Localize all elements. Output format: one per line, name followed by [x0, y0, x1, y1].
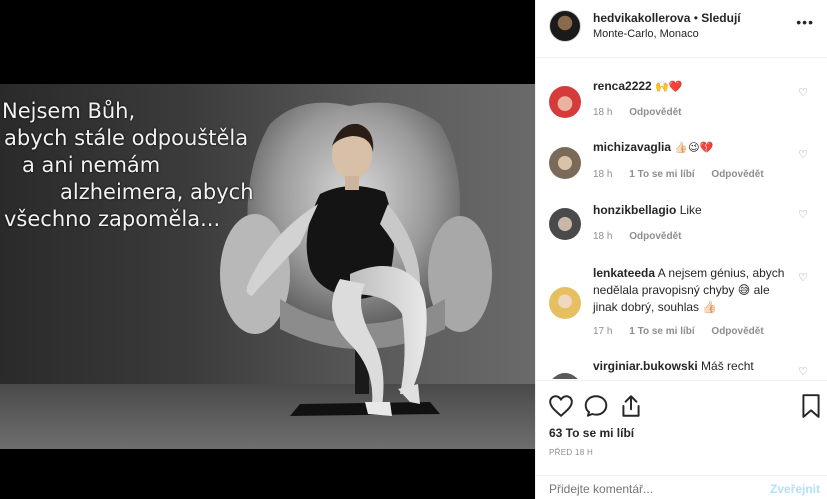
reply-button[interactable]: Odpovědět: [711, 326, 763, 337]
overlay-line: alzheimera, abych: [60, 180, 254, 204]
comment-body: michizavaglia 👍🏻😉💔: [593, 139, 793, 157]
following-button[interactable]: Sledují: [701, 11, 740, 25]
comment-likes[interactable]: 1 To se mi líbí: [629, 169, 694, 180]
commenter-avatar[interactable]: [549, 208, 581, 240]
like-comment-heart-icon[interactable]: ♡: [798, 86, 808, 99]
comment-meta: 18 h Odpovědět: [593, 107, 695, 118]
author-avatar[interactable]: [549, 10, 581, 42]
commenter-avatar[interactable]: [549, 373, 581, 379]
commenter-username[interactable]: michizavaglia: [593, 140, 671, 154]
comment-text: 🙌❤️: [655, 81, 683, 93]
likes-count[interactable]: 63 To se mi líbí: [549, 426, 634, 440]
commenter-avatar[interactable]: [549, 147, 581, 179]
share-icon[interactable]: [618, 393, 644, 419]
comment-body: honzikbellagio Like: [593, 202, 793, 219]
reply-button[interactable]: Odpovědět: [711, 169, 763, 180]
comment-time[interactable]: 18 h: [593, 169, 612, 180]
comment-meta: 17 h 1 To se mi líbí Odpovědět: [593, 326, 778, 337]
comment-input[interactable]: [549, 482, 749, 496]
post-location[interactable]: Monte-Carlo, Monaco: [593, 28, 699, 40]
comment-time[interactable]: 17 h: [593, 326, 612, 337]
commenter-username[interactable]: honzikbellagio: [593, 203, 676, 217]
overlay-line: abych stále odpouštěla: [4, 126, 249, 150]
post-header: hedvikakollerova • Sledují Monte-Carlo, …: [536, 0, 827, 58]
post-actions: 63 To se mi líbí PŘED 18 H Zveřejnit: [536, 380, 827, 499]
post-date[interactable]: PŘED 18 H: [549, 448, 593, 457]
comment-text: 👍🏻😉💔: [674, 142, 714, 154]
like-comment-heart-icon[interactable]: ♡: [798, 208, 808, 221]
comment-body: renca2222 🙌❤️: [593, 78, 793, 96]
comment-likes[interactable]: 1 To se mi líbí: [629, 326, 694, 337]
commenter-avatar[interactable]: [549, 287, 581, 319]
post-photo[interactable]: Nejsem Bůh, abych stále odpouštěla a ani…: [0, 84, 535, 449]
like-comment-heart-icon[interactable]: ♡: [798, 148, 808, 161]
add-comment-bar: Zveřejnit: [536, 475, 827, 499]
comment-body: lenkateeda A nejsem génius, abych neděla…: [593, 265, 788, 316]
commenter-username[interactable]: virginiar.bukowski: [593, 359, 698, 373]
post-comment-button[interactable]: Zveřejnit: [770, 482, 820, 496]
post-side-panel: hedvikakollerova • Sledují Monte-Carlo, …: [535, 0, 827, 499]
overlay-line: Nejsem Bůh,: [2, 99, 136, 123]
like-comment-heart-icon[interactable]: ♡: [798, 365, 808, 378]
comment-bubble-icon[interactable]: [583, 393, 609, 419]
comment-body: virginiar.bukowski Máš recht: [593, 358, 793, 375]
comment-time[interactable]: 18 h: [593, 231, 612, 242]
reply-button[interactable]: Odpovědět: [629, 107, 681, 118]
comments-list: renca2222 🙌❤️ 18 h Odpovědět ♡ michizava…: [536, 59, 827, 379]
more-options-icon[interactable]: •••: [796, 14, 814, 30]
separator-dot: •: [693, 11, 698, 25]
overlay-line: všechno zapoměla...: [4, 207, 221, 231]
like-comment-heart-icon[interactable]: ♡: [798, 271, 808, 284]
commenter-username[interactable]: renca2222: [593, 79, 652, 93]
overlay-line: a ani nemám: [22, 153, 161, 177]
commenter-username[interactable]: lenkateeda: [593, 266, 655, 280]
comment-meta: 18 h Odpovědět: [593, 231, 695, 242]
comment-text: Like: [679, 203, 702, 217]
comment-time[interactable]: 18 h: [593, 107, 612, 118]
comment-meta: 18 h 1 To se mi líbí Odpovědět: [593, 169, 778, 180]
overlay-quote: Nejsem Bůh, abych stále odpouštěla a ani…: [0, 98, 300, 233]
like-heart-icon[interactable]: [548, 393, 574, 419]
post-media: Nejsem Bůh, abych stále odpouštěla a ani…: [0, 0, 535, 499]
comment-text: Máš recht: [701, 359, 754, 373]
reply-button[interactable]: Odpovědět: [629, 231, 681, 242]
commenter-avatar[interactable]: [549, 86, 581, 118]
bookmark-icon[interactable]: [798, 393, 824, 419]
author-username[interactable]: hedvikakollerova: [593, 11, 690, 25]
author-line: hedvikakollerova • Sledují: [593, 11, 741, 25]
